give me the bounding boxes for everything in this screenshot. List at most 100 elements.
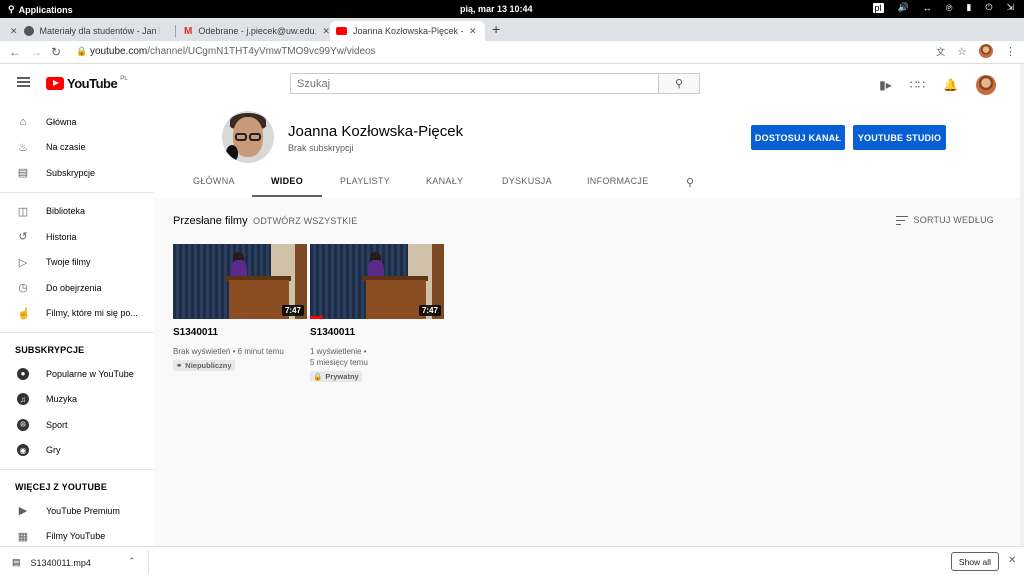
volume-icon[interactable]: 🔊 bbox=[898, 2, 909, 13]
browser-tab-bar: ✕ Materiały dla studentów - Jan K M Odeb… bbox=[0, 18, 1024, 41]
back-icon[interactable]: ← bbox=[9, 45, 21, 59]
chevron-up-icon[interactable]: ⌃ bbox=[128, 556, 136, 567]
video-card[interactable]: 7:47 S1340011 1 wyświetlenie • 5 miesięcy… bbox=[310, 244, 444, 382]
close-tab-icon[interactable]: ✕ bbox=[469, 26, 477, 37]
close-tab-icon[interactable]: ✕ bbox=[10, 26, 18, 37]
subscriptions-icon: ▤ bbox=[17, 167, 29, 180]
sidebar-item-subscriptions[interactable]: ▤ Subskrypcje bbox=[0, 160, 154, 186]
sidebar-item-your-videos[interactable]: ▷ Twoje filmy bbox=[0, 250, 154, 276]
sidebar-item-liked[interactable]: ☝ Filmy, które mi się po... bbox=[0, 301, 154, 327]
sidebar-item-library[interactable]: ◫ Biblioteka bbox=[0, 199, 154, 225]
youtube-icon bbox=[336, 27, 347, 35]
divider bbox=[0, 469, 154, 470]
tab-about[interactable]: INFORMACJE bbox=[587, 176, 649, 186]
search-input[interactable] bbox=[290, 73, 659, 94]
video-meta: Brak wyświetleń • 6 minut temu bbox=[173, 347, 284, 356]
watch-progress-bar bbox=[310, 316, 324, 319]
file-icon: ▤ bbox=[12, 557, 21, 567]
clock-icon: ◷ bbox=[18, 282, 28, 295]
clock[interactable]: pią, mar 13 10:44 bbox=[460, 4, 533, 14]
bookmark-star-icon[interactable]: ☆ bbox=[957, 45, 967, 58]
close-tab-icon[interactable]: ✕ bbox=[322, 26, 330, 37]
bluetooth-icon[interactable]: ℗ bbox=[946, 3, 953, 13]
search-bar: ⚲ bbox=[290, 73, 700, 94]
forward-icon[interactable]: → bbox=[30, 45, 42, 59]
lock-icon[interactable]: 🔒 bbox=[76, 46, 87, 57]
video-card[interactable]: 7:47 S1340011 Brak wyświetleń • 6 minut … bbox=[173, 244, 307, 371]
video-title[interactable]: S1340011 bbox=[310, 327, 444, 338]
sidebar-item-trending[interactable]: ♨ Na czasie bbox=[0, 135, 154, 161]
tab-videos[interactable]: WIDEO bbox=[271, 176, 303, 186]
keyboard-layout[interactable]: pl bbox=[872, 2, 884, 13]
apps-grid-icon[interactable]: ∷∷ bbox=[910, 78, 925, 92]
subscriber-count: Brak subskrypcji bbox=[288, 143, 354, 153]
home-icon: ⌂ bbox=[19, 115, 27, 128]
scrollbar[interactable] bbox=[1020, 64, 1024, 546]
battery-icon[interactable]: ▮ bbox=[966, 2, 971, 13]
search-button[interactable]: ⚲ bbox=[659, 73, 700, 94]
lock-icon: 🔒 bbox=[313, 372, 323, 381]
youtube-studio-button[interactable]: YOUTUBE STUDIO bbox=[853, 125, 946, 150]
notifications-bell-icon[interactable]: 🔔 bbox=[943, 78, 958, 92]
tab-materials[interactable]: ✕ Materiały dla studentów - Jan K bbox=[4, 21, 166, 41]
url-field[interactable]: youtube.com/channel/UCgmN1THT4yVmwTMO9vc… bbox=[90, 46, 376, 57]
sidebar-item-premium[interactable]: ▶ YouTube Premium bbox=[0, 498, 154, 524]
globe-icon bbox=[23, 26, 34, 36]
tab-channels[interactable]: KANAŁY bbox=[426, 176, 463, 186]
video-duration: 7:47 bbox=[281, 305, 304, 316]
popular-channel-icon: ● bbox=[17, 367, 29, 380]
sidebar-item-popular[interactable]: ● Popularne w YouTube bbox=[0, 361, 154, 387]
video-title[interactable]: S1340011 bbox=[173, 327, 307, 338]
sidebar-item-history[interactable]: ↺ Historia bbox=[0, 224, 154, 250]
sort-by-button[interactable]: SORTUJ WEDŁUG bbox=[895, 215, 994, 225]
show-all-button[interactable]: Show all bbox=[951, 552, 999, 571]
play-all-button[interactable]: ODTWÓRZ WSZYSTKIE bbox=[253, 216, 357, 226]
visibility-badge: 🔒 Prywatny bbox=[310, 371, 362, 382]
close-icon[interactable]: ✕ bbox=[1008, 555, 1016, 566]
search-icon: ⚲ bbox=[674, 78, 684, 90]
video-thumbnail[interactable]: 7:47 bbox=[310, 244, 444, 319]
tab-playlists[interactable]: PLAYLISTY bbox=[340, 176, 390, 186]
uploads-section: Przesłane filmy ODTWÓRZ WSZYSTKIE SORTUJ… bbox=[154, 198, 1024, 546]
history-icon: ↺ bbox=[18, 231, 28, 244]
new-tab-button[interactable]: + bbox=[492, 21, 500, 37]
tab-gmail[interactable]: M Odebrane - j.piecek@uw.edu.pl ✕ bbox=[178, 21, 336, 41]
download-item[interactable]: ▤ S1340011.mp4 bbox=[12, 557, 91, 568]
video-meta: 1 wyświetlenie • 5 miesięcy temu bbox=[310, 347, 368, 367]
sidebar: ⌂ Główna ♨ Na czasie ▤ Subskrypcje ◫ Bibliot… bbox=[0, 102, 154, 546]
search-icon: ⚲ bbox=[8, 4, 15, 14]
channel-avatar[interactable] bbox=[222, 111, 274, 163]
thumbs-up-icon: ☝ bbox=[17, 307, 31, 320]
settings-icon[interactable]: ⇲ bbox=[1006, 2, 1014, 13]
sidebar-item-movies[interactable]: ▦ Filmy YouTube bbox=[0, 524, 154, 547]
video-thumbnail[interactable]: 7:47 bbox=[173, 244, 307, 319]
customize-channel-button[interactable]: DOSTOSUJ KANAŁ bbox=[751, 125, 845, 150]
applications-menu[interactable]: ⚲ Applications bbox=[8, 4, 73, 15]
sidebar-item-gaming[interactable]: ◉ Gry bbox=[0, 438, 154, 464]
tab-home[interactable]: GŁÓWNA bbox=[193, 176, 235, 186]
network-icon[interactable]: ↔ bbox=[923, 3, 932, 13]
sport-channel-icon: ❊ bbox=[17, 418, 29, 431]
film-icon: ▦ bbox=[17, 530, 29, 543]
create-video-icon[interactable]: ▮▸ bbox=[879, 78, 892, 92]
power-icon[interactable]: ⏻ bbox=[985, 2, 992, 13]
profile-avatar[interactable] bbox=[979, 44, 993, 58]
channel-header: Joanna Kozłowska-Pięcek Brak subskrypcji… bbox=[154, 102, 1024, 198]
sidebar-item-home[interactable]: ⌂ Główna bbox=[0, 109, 154, 135]
tab-discussion[interactable]: DYSKUSJA bbox=[502, 176, 552, 186]
tab-youtube[interactable]: Joanna Kozłowska-Pięcek - YouT ✕ bbox=[330, 21, 485, 41]
hamburger-menu-icon[interactable] bbox=[17, 77, 30, 87]
flame-icon: ♨ bbox=[18, 141, 28, 154]
system-tray: pl 🔊 ↔ ℗ ▮ ⏻ ⇲ bbox=[872, 2, 1014, 13]
account-avatar[interactable] bbox=[976, 75, 996, 95]
address-bar: ← → ↻ 🔒 youtube.com/channel/UCgmN1THT4yV… bbox=[0, 41, 1024, 64]
youtube-logo[interactable]: YouTube PL bbox=[46, 76, 128, 91]
menu-dots-icon[interactable]: ⋮ bbox=[1005, 45, 1016, 58]
reload-icon[interactable]: ↻ bbox=[51, 45, 61, 59]
sidebar-item-music[interactable]: ♫ Muzyka bbox=[0, 387, 154, 413]
youtube-play-icon bbox=[46, 77, 64, 90]
translate-icon[interactable]: 文 bbox=[936, 45, 945, 58]
channel-search-icon[interactable]: ⚲ bbox=[686, 176, 694, 189]
sidebar-item-sport[interactable]: ❊ Sport bbox=[0, 412, 154, 438]
sidebar-item-watch-later[interactable]: ◷ Do obejrzenia bbox=[0, 275, 154, 301]
